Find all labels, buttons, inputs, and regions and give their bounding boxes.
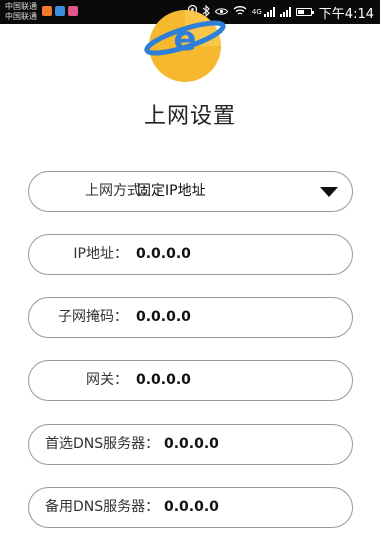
logo-letter: e xyxy=(173,19,196,59)
gateway-field[interactable]: 网关： 0.0.0.0 xyxy=(28,360,353,401)
gateway-value[interactable]: 0.0.0.0 xyxy=(136,361,191,400)
gateway-label: 网关： xyxy=(86,372,128,388)
dropdown-caret-icon[interactable] xyxy=(320,187,338,197)
secondary-dns-field[interactable]: 备用DNS服务器： 0.0.0.0 xyxy=(28,487,353,528)
network-type: 4G xyxy=(251,7,262,16)
app-notification-icon xyxy=(42,6,52,16)
primary-dns-value[interactable]: 0.0.0.0 xyxy=(164,425,219,464)
subnet-mask-value[interactable]: 0.0.0.0 xyxy=(136,298,191,337)
secondary-dns-label: 备用DNS服务器： xyxy=(45,499,160,515)
clock: 下午4:14 xyxy=(318,6,374,22)
ip-address-label: IP地址： xyxy=(73,246,128,262)
subnet-mask-label: 子网掩码： xyxy=(58,309,128,325)
signal-icon xyxy=(279,7,291,17)
carrier-2: 中国联通 xyxy=(5,12,37,21)
carrier-1: 中国联通 xyxy=(5,2,37,11)
wifi-icon xyxy=(233,5,247,19)
subnet-mask-field[interactable]: 子网掩码： 0.0.0.0 xyxy=(28,297,353,338)
carrier-info: 中国联通 中国联通 xyxy=(5,2,37,22)
app-logo: e xyxy=(140,0,230,90)
connection-type-select[interactable]: 上网方式： 固定IP地址 xyxy=(28,171,353,212)
connection-type-value: 固定IP地址 xyxy=(137,183,206,199)
primary-dns-label: 首选DNS服务器： xyxy=(45,436,160,452)
signal-icon xyxy=(263,7,275,17)
battery-icon xyxy=(295,8,314,16)
app-notification-icon xyxy=(68,6,78,16)
secondary-dns-value[interactable]: 0.0.0.0 xyxy=(164,488,219,527)
page-title: 上网设置 xyxy=(143,104,236,129)
ip-address-value[interactable]: 0.0.0.0 xyxy=(136,235,191,274)
app-notification-icon xyxy=(55,6,65,16)
primary-dns-field[interactable]: 首选DNS服务器： 0.0.0.0 xyxy=(28,424,353,465)
ip-address-field[interactable]: IP地址： 0.0.0.0 xyxy=(28,234,353,275)
notification-icons xyxy=(42,6,78,16)
